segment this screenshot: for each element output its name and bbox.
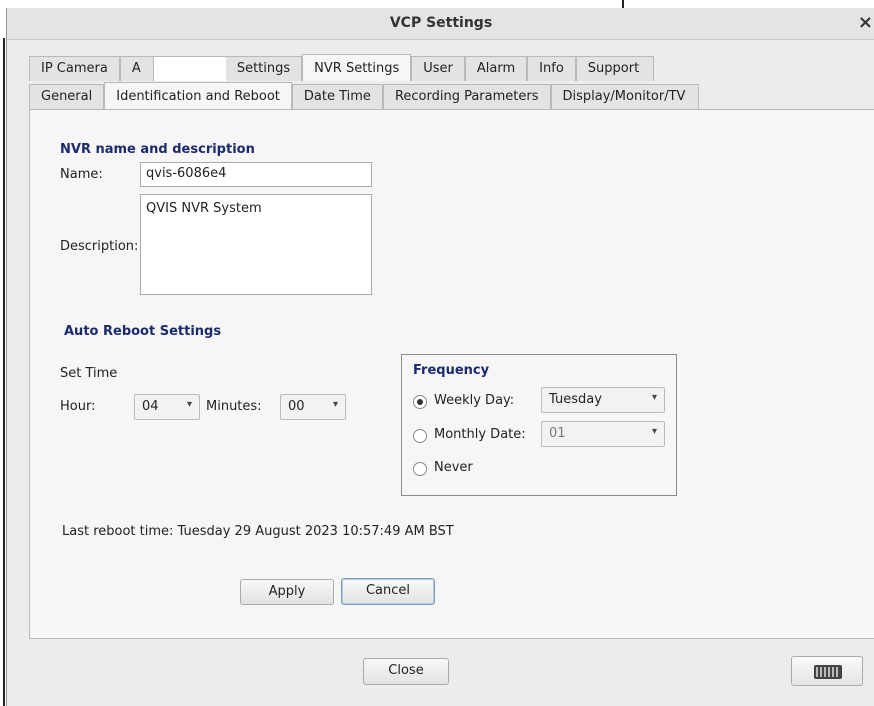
nvr-section-title: NVR name and description bbox=[60, 142, 255, 157]
monthly-date-select: 01 ▾ bbox=[541, 421, 665, 447]
sub-tab-bar: General Identification and Reboot Date T… bbox=[29, 82, 699, 109]
auto-reboot-title: Auto Reboot Settings bbox=[64, 324, 222, 339]
cancel-button[interactable]: Cancel bbox=[341, 578, 435, 605]
monthly-radio[interactable] bbox=[413, 429, 427, 443]
tab-alarm[interactable]: Alarm bbox=[464, 56, 528, 81]
chevron-down-icon: ▾ bbox=[651, 392, 657, 403]
main-tab-bar: IP Camera A Settings NVR Settings User A… bbox=[29, 54, 654, 81]
window-title: VCP Settings bbox=[389, 15, 493, 31]
minutes-select[interactable]: 00 ▾ bbox=[280, 394, 346, 420]
redacted-area bbox=[153, 56, 226, 81]
hour-value: 04 bbox=[142, 399, 159, 414]
tab-general[interactable]: General bbox=[29, 84, 105, 109]
description-label: Description: bbox=[60, 239, 139, 254]
never-label: Never bbox=[434, 460, 473, 475]
last-reboot-text: Last reboot time: Tuesday 29 August 2023… bbox=[62, 524, 454, 539]
top-divider bbox=[622, 0, 624, 8]
tab-date-time[interactable]: Date Time bbox=[291, 84, 383, 109]
name-input[interactable]: qvis-6086e4 bbox=[140, 162, 372, 187]
name-label: Name: bbox=[60, 167, 103, 182]
never-radio[interactable] bbox=[413, 462, 427, 476]
hour-select[interactable]: 04 ▾ bbox=[134, 394, 200, 420]
monthly-label: Monthly Date: bbox=[434, 427, 526, 442]
tab-user[interactable]: User bbox=[411, 56, 465, 81]
tab-support[interactable]: Support bbox=[575, 56, 654, 81]
weekly-day-select[interactable]: Tuesday ▾ bbox=[541, 387, 665, 413]
tab-display-monitor-tv[interactable]: Display/Monitor/TV bbox=[550, 84, 699, 109]
set-time-label: Set Time bbox=[60, 366, 118, 381]
minutes-label: Minutes: bbox=[206, 399, 262, 414]
hour-label: Hour: bbox=[60, 399, 96, 414]
chevron-down-icon: ▾ bbox=[332, 399, 338, 410]
tab-info[interactable]: Info bbox=[527, 56, 576, 81]
close-button[interactable]: Close bbox=[363, 658, 449, 685]
weekly-radio[interactable] bbox=[413, 395, 427, 409]
close-icon[interactable]: × bbox=[858, 12, 873, 33]
chevron-down-icon: ▾ bbox=[186, 399, 192, 410]
title-bar: VCP Settings × bbox=[7, 8, 874, 40]
monthly-date-value: 01 bbox=[549, 426, 566, 441]
weekly-label: Weekly Day: bbox=[434, 393, 515, 408]
keyboard-button[interactable] bbox=[791, 656, 863, 686]
tab-nvr-settings[interactable]: NVR Settings bbox=[302, 54, 412, 81]
weekly-day-value: Tuesday bbox=[549, 392, 602, 407]
description-textarea[interactable]: QVIS NVR System bbox=[140, 194, 372, 295]
frequency-title: Frequency bbox=[413, 363, 490, 378]
frequency-box: Frequency Weekly Day: Tuesday ▾ Monthly … bbox=[401, 354, 677, 496]
tab-recording-parameters[interactable]: Recording Parameters bbox=[382, 84, 551, 109]
settings-panel: NVR name and description Name: qvis-6086… bbox=[29, 109, 874, 639]
minutes-value: 00 bbox=[288, 399, 305, 414]
chevron-down-icon: ▾ bbox=[651, 426, 657, 437]
tab-identification-and-reboot[interactable]: Identification and Reboot bbox=[104, 82, 292, 109]
vcp-settings-dialog: VCP Settings × IP Camera A Settings NVR … bbox=[6, 8, 874, 706]
tab-a[interactable]: A bbox=[119, 56, 154, 81]
top-strip bbox=[0, 0, 874, 8]
left-divider bbox=[3, 38, 5, 706]
apply-button[interactable]: Apply bbox=[240, 579, 334, 605]
keyboard-icon bbox=[814, 665, 842, 679]
tab-ip-camera[interactable]: IP Camera bbox=[29, 56, 120, 81]
tab-settings[interactable]: Settings bbox=[225, 56, 303, 81]
